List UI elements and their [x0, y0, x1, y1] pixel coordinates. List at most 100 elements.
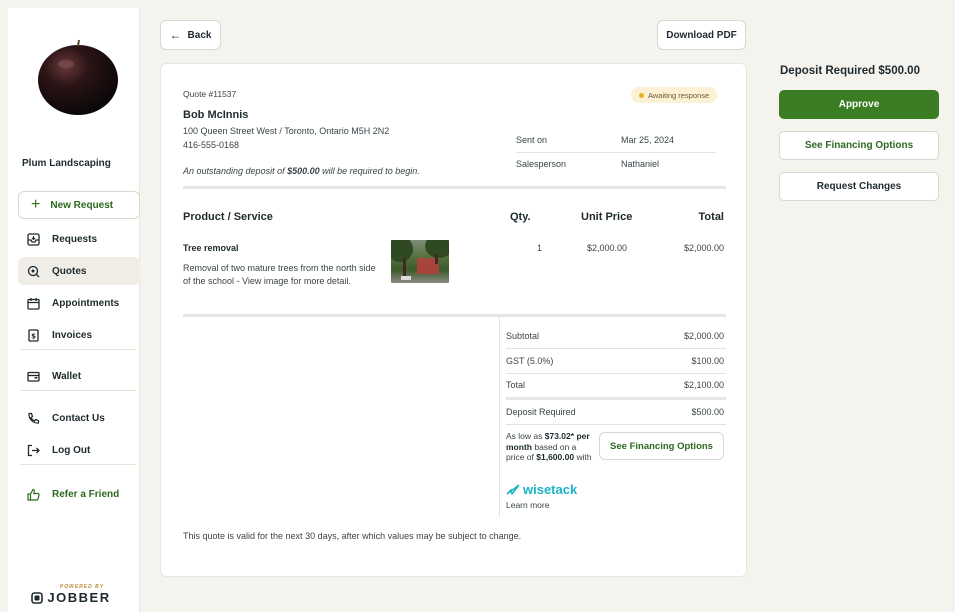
new-request-button[interactable]: + New Request	[18, 191, 140, 219]
client-name: Bob McInnis	[183, 109, 249, 121]
sidebar-item-requests[interactable]: Requests	[18, 225, 140, 253]
svg-text:$: $	[31, 332, 36, 340]
sidebar-item-refer-a-friend[interactable]: Refer a Friend	[18, 480, 140, 508]
summary-line	[506, 424, 726, 425]
see-financing-options-button[interactable]: See Financing Options	[599, 432, 724, 460]
sent-on-label: Sent on	[516, 135, 548, 145]
validity-note: This quote is valid for the next 30 days…	[183, 531, 522, 541]
back-label: Back	[187, 29, 212, 41]
fin-as-low-as: As low as	[506, 431, 543, 441]
plum-logo	[38, 39, 118, 115]
sidebar-item-label: Refer a Friend	[52, 488, 120, 500]
phone-icon	[26, 411, 40, 425]
arrow-left-icon: ←	[169, 28, 182, 42]
sent-on-value: Mar 25, 2024	[621, 135, 675, 145]
wallet-icon	[26, 369, 40, 383]
sidebar: Plum Landscaping + New Request Requests …	[8, 8, 140, 612]
wisetack-logo: wisetack	[506, 482, 577, 497]
client-phone: 416-555-0168	[183, 140, 240, 150]
status-badge: Awaiting response	[631, 87, 718, 103]
jobber-logo: JOBBER	[26, 590, 116, 605]
new-request-label: New Request	[50, 199, 114, 211]
sidebar-item-wallet[interactable]: Wallet	[18, 362, 140, 390]
sidebar-item-label: Contact Us	[52, 412, 105, 424]
approve-button[interactable]: Approve	[779, 90, 939, 119]
learn-more-link[interactable]: Learn more	[506, 500, 549, 510]
deposit-note: An outstanding deposit of $500.00 will b…	[183, 166, 420, 176]
summary-divider	[499, 317, 500, 517]
sidebar-item-quotes[interactable]: Quotes	[18, 257, 140, 285]
plus-icon: +	[31, 196, 41, 213]
summary-line	[506, 348, 726, 349]
items-divider	[183, 314, 726, 317]
sidebar-item-label: Invoices	[52, 329, 93, 341]
powered-by-jobber: POWERED BY JOBBER	[26, 584, 116, 605]
col-total: Total	[698, 211, 724, 223]
deposit-note-amount: $500.00	[287, 166, 320, 176]
meta-divider	[516, 152, 716, 153]
quote-number: Quote #11537	[183, 89, 237, 99]
status-dot-icon	[639, 92, 644, 98]
inbox-icon	[26, 232, 40, 246]
back-button[interactable]: ← Back	[160, 20, 221, 50]
wisetack-plane-icon	[506, 484, 520, 495]
line-item-name: Tree removal	[183, 243, 239, 253]
fin-amount: $73.02*	[544, 431, 575, 441]
sidebar-item-log-out[interactable]: Log Out	[18, 436, 140, 464]
quote-icon	[26, 264, 40, 278]
sidebar-item-label: Appointments	[52, 297, 120, 309]
header-divider	[183, 186, 726, 189]
download-pdf-label: Download PDF	[666, 29, 737, 41]
wisetack-label: wisetack	[523, 482, 578, 497]
sidebar-item-label: Requests	[52, 233, 98, 245]
see-financing-options-button[interactable]: See Financing Options	[779, 131, 939, 160]
sidebar-divider	[20, 464, 136, 465]
sidebar-item-invoices[interactable]: $ Invoices	[18, 321, 140, 349]
fin-price: $1,600.00	[536, 452, 575, 462]
deposit-required-title: Deposit Required $500.00	[780, 65, 920, 77]
deposit-value: $500.00	[691, 407, 724, 417]
logout-icon	[26, 443, 40, 457]
sidebar-divider	[20, 390, 136, 391]
jobber-icon	[31, 591, 44, 604]
line-item-description[interactable]: Removal of two mature trees from the nor…	[183, 262, 378, 287]
total-label: Total	[506, 380, 526, 390]
gst-value: $100.00	[691, 356, 724, 366]
salesperson-label: Salesperson	[516, 159, 567, 169]
sidebar-item-label: Log Out	[52, 444, 91, 456]
download-pdf-button[interactable]: Download PDF	[657, 20, 746, 50]
calendar-icon	[26, 296, 40, 310]
gst-label: GST (5.0%)	[506, 356, 554, 366]
jobber-brand: JOBBER	[47, 590, 111, 605]
line-item-image[interactable]	[391, 240, 449, 283]
financing-text: As low as $73.02* per month based on a p…	[506, 431, 594, 463]
summary-line	[506, 397, 726, 400]
deposit-label: Deposit Required	[506, 407, 576, 417]
subtotal-label: Subtotal	[506, 331, 540, 341]
sidebar-item-label: Wallet	[52, 370, 82, 382]
col-unit-price: Unit Price	[581, 211, 633, 223]
sidebar-item-contact-us[interactable]: Contact Us	[18, 404, 140, 432]
sidebar-divider	[20, 349, 136, 350]
deposit-note-suffix: will be required to begin.	[322, 166, 420, 176]
line-item-total: $2,000.00	[683, 243, 724, 253]
subtotal-value: $2,000.00	[683, 331, 724, 341]
fin-with: with	[576, 452, 592, 462]
status-label: Awaiting response	[648, 90, 710, 100]
company-name: Plum Landscaping	[22, 158, 111, 169]
salesperson-value: Nathaniel	[621, 159, 660, 169]
summary-line	[506, 373, 726, 374]
sidebar-item-label: Quotes	[52, 265, 87, 277]
quote-card: Quote #11537 Awaiting response Bob McInn…	[160, 63, 747, 577]
line-item-qty: 1	[537, 243, 543, 253]
col-qty: Qty.	[510, 211, 531, 223]
sidebar-item-appointments[interactable]: Appointments	[18, 289, 140, 317]
deposit-note-prefix: An outstanding deposit of	[183, 166, 285, 176]
col-product: Product / Service	[183, 211, 273, 223]
client-address: 100 Queen Street West / Toronto, Ontario…	[183, 126, 390, 136]
invoice-icon: $	[26, 328, 40, 342]
request-changes-button[interactable]: Request Changes	[779, 172, 939, 201]
total-value: $2,100.00	[683, 380, 724, 390]
thumbs-up-icon	[26, 487, 40, 501]
line-item-unit-price: $2,000.00	[587, 243, 628, 253]
